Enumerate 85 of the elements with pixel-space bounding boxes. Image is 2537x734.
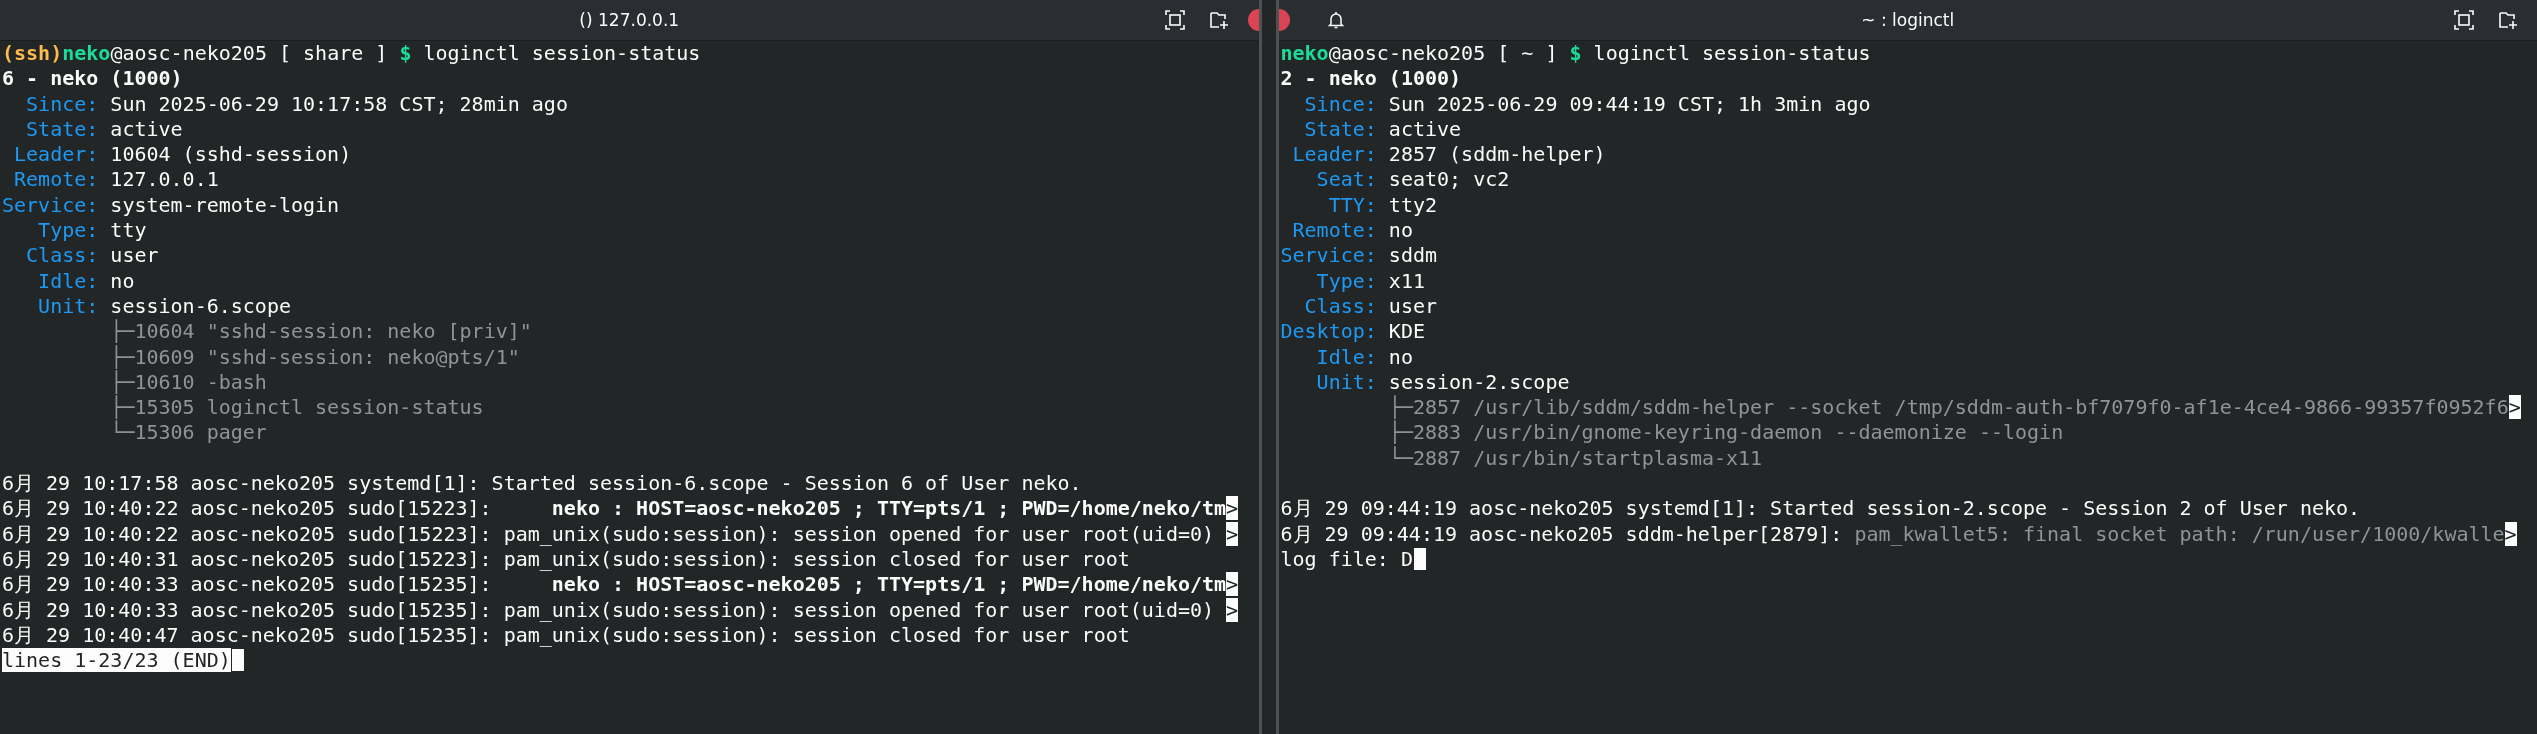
process-tree-entry: ├─2857 /usr/lib/sddm/sddm-helper --socket /tmp/sddm-auth-bf7079f0-af1e-4ce4-9866-99357f0952f6 — [1387, 395, 2509, 420]
field-value: 10604 (sshd-session) — [109, 142, 352, 167]
maximize-icon — [1164, 10, 1185, 30]
process-tree-entry: ├─10610 -bash — [109, 369, 267, 394]
prompt-symbol: $ — [1569, 41, 1582, 65]
field-value: KDE — [1387, 319, 1425, 344]
field-value: tty2 — [1387, 192, 1438, 217]
output-text: log file: D — [1280, 546, 1413, 571]
field-label: Unit: — [1315, 369, 1377, 396]
field-label: Idle: — [37, 268, 99, 294]
field-label: Desktop: — [1280, 319, 1377, 345]
field-value: seat0; vc2 — [1387, 167, 1510, 192]
field-value: Sun 2025-06-29 10:17:58 CST; 28min ago — [109, 91, 568, 116]
truncation-marker: > — [1226, 521, 1239, 546]
field-label: Type: — [37, 218, 99, 244]
field-value: no — [1387, 344, 1413, 369]
field-label: Class: — [1303, 293, 1377, 320]
field-label: Service: — [2, 192, 99, 219]
truncation-marker: > — [2504, 521, 2517, 546]
field-value: no — [1387, 218, 1413, 243]
field-value: session-6.scope — [109, 293, 291, 318]
log-entry: 6月 29 10:40:47 aosc-neko205 sudo[15235]: pam_unix(sudo:session): session closed for user root — [2, 622, 1130, 647]
log-entry: 6月 29 10:40:22 aosc-neko205 sudo[15223]: pam_unix(sudo:session): session opened for user root(uid=0) — [2, 521, 1216, 546]
prompt-host: @aosc-neko205 [ share ] — [110, 41, 389, 65]
field-value: x11 — [1387, 268, 1425, 293]
field-label: Leader: — [1291, 142, 1377, 168]
log-entry: 6月 29 10:40:22 aosc-neko205 sudo[15223]: neko : HOST=aosc-neko205 ; TTY=pts/1 ; PWD=/home/neko/tm — [2, 496, 1227, 521]
process-tree-entry: └─15306 pager — [109, 420, 267, 445]
log-entry: 6月 29 09:44:19 aosc-neko205 systemd[1]: Started session-2.scope - Session 2 of User neko. — [1280, 496, 2361, 521]
field-label: Remote: — [13, 167, 99, 193]
field-value: no — [109, 268, 135, 293]
field-value: user — [1387, 293, 1438, 318]
truncation-marker: > — [1226, 572, 1239, 597]
field-label: Idle: — [1315, 344, 1377, 370]
truncation-marker: > — [1226, 496, 1239, 521]
prompt-host: @aosc-neko205 [ ~ ] — [1328, 41, 1559, 65]
new-tab-icon — [2498, 10, 2518, 30]
field-label: Leader: — [13, 142, 99, 168]
field-label: State: — [1303, 116, 1377, 143]
log-entry: 6月 29 10:40:33 aosc-neko205 sudo[15235]: neko : HOST=aosc-neko205 ; TTY=pts/1 ; PWD=/home/neko/tm — [2, 572, 1227, 597]
field-value: 127.0.0.1 — [109, 167, 219, 192]
process-tree-entry: ├─2883 /usr/bin/gnome-keyring-daemon --daemonize --login — [1387, 420, 2064, 445]
field-value: sddm — [1387, 243, 1438, 268]
log-entry: 6月 29 10:17:58 aosc-neko205 systemd[1]: Started session-6.scope - Session 6 of User neko. — [2, 471, 1082, 496]
field-label: Class: — [25, 243, 99, 269]
prompt-symbol: $ — [399, 41, 412, 65]
session-heading: 2 - neko (1000) — [1280, 66, 1462, 91]
field-label: Remote: — [1291, 218, 1377, 244]
truncation-marker: > — [1226, 597, 1239, 622]
field-value: user — [109, 243, 159, 268]
truncation-marker: > — [2508, 395, 2521, 420]
pager-status: lines 1-23/23 (END) — [2, 648, 231, 673]
command-text: loginctl session-status — [1592, 41, 1871, 65]
window-title: ~ : loginctl — [1861, 10, 1955, 30]
field-label: Unit: — [37, 293, 99, 320]
prompt-user: neko — [62, 41, 111, 65]
session-heading: 6 - neko (1000) — [2, 66, 183, 91]
field-label: Since: — [1303, 91, 1377, 117]
log-entry: 6月 29 09:44:19 aosc-neko205 sddm-helper[2879]: — [1280, 521, 1844, 546]
field-label: Service: — [1280, 243, 1377, 269]
log-entry: 6月 29 10:40:33 aosc-neko205 sudo[15235]: pam_unix(sudo:session): session opened for user root(uid=0) — [2, 597, 1216, 622]
field-label: Since: — [25, 91, 99, 117]
field-label: TTY: — [1327, 192, 1377, 219]
field-value: active — [1387, 116, 1462, 141]
process-tree-entry: ├─10604 "sshd-session: neko [priv]" — [109, 319, 532, 344]
field-value: Sun 2025-06-29 09:44:19 CST; 1h 3min ago — [1387, 91, 1871, 116]
prompt-user: neko — [1280, 41, 1329, 65]
field-label: Seat: — [1315, 167, 1377, 193]
field-value: system-remote-login — [109, 192, 340, 217]
process-tree-entry: ├─15305 loginctl session-status — [109, 395, 484, 420]
command-text: loginctl session-status — [422, 41, 701, 65]
field-value: 2857 (sddm-helper) — [1387, 142, 1606, 167]
new-tab-icon — [1208, 10, 1229, 30]
process-tree-entry: ├─10609 "sshd-session: neko@pts/1" — [109, 344, 520, 369]
log-entry: 6月 29 10:40:31 aosc-neko205 sudo[15223]: pam_unix(sudo:session): session closed for user root — [2, 546, 1130, 571]
process-tree-entry: └─2887 /usr/bin/startplasma-x11 — [1387, 445, 1763, 470]
field-value: tty — [109, 218, 147, 243]
field-value: active — [109, 116, 183, 141]
field-label: Type: — [1315, 268, 1377, 294]
ssh-indicator: (ssh) — [2, 41, 63, 65]
window-title: () 127.0.0.1 — [579, 10, 680, 30]
log-message: pam_kwallet5: final socket path: /run/user/1000/kwalle — [1854, 521, 2505, 546]
maximize-icon — [2454, 10, 2474, 30]
field-label: State: — [25, 116, 99, 143]
field-value: session-2.scope — [1387, 369, 1570, 394]
